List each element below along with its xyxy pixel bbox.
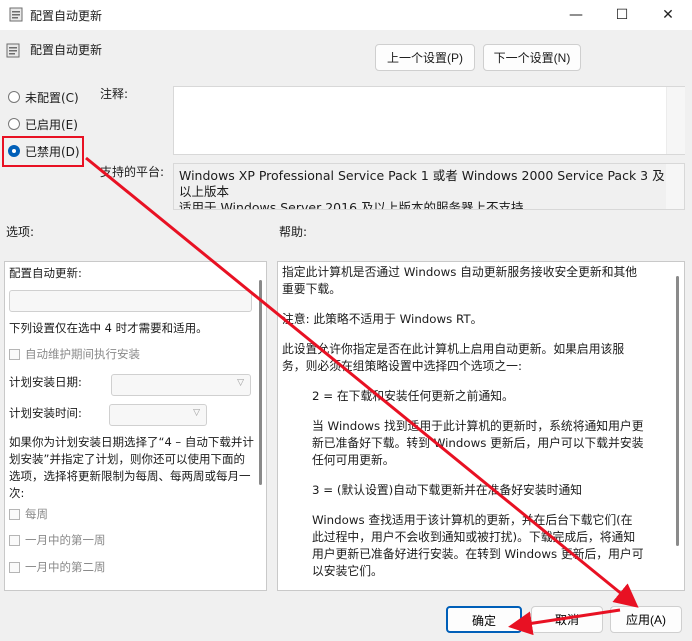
- platform-text-cut: 适用于 Windows Server 2016 及以上版本的服务器上不支持: [179, 200, 524, 210]
- second-week-label: 一月中的第二周: [25, 560, 106, 574]
- checkbox[interactable]: [9, 562, 20, 573]
- help-paragraph: 此设置允许你指定是否在此计算机上启用自动更新。如果启用该服务，则必须在组策略设置…: [282, 342, 625, 373]
- first-week-option[interactable]: 一月中的第一周: [9, 532, 106, 549]
- install-time-dropdown[interactable]: ▽: [109, 404, 207, 426]
- install-time-label: 计划安装时间:: [9, 406, 82, 420]
- platform-box: Windows XP Professional Service Pack 1 或…: [173, 163, 685, 210]
- policy-title: 配置自动更新: [30, 43, 103, 57]
- ok-button[interactable]: 确定: [446, 606, 522, 633]
- second-week-option[interactable]: 一月中的第二周: [9, 559, 106, 576]
- platform-scrollbar[interactable]: [666, 164, 684, 209]
- weekly-option[interactable]: 每周: [9, 506, 48, 523]
- options-panel: 配置自动更新: 下列设置仅在选中 4 时才需要和适用。 自动维护期间执行安装 计…: [4, 261, 267, 591]
- radio-label: 未配置(C): [25, 90, 79, 105]
- comment-textarea[interactable]: [173, 86, 685, 155]
- help-paragraph: 注意: 此策略不适用于 Windows RT。: [282, 312, 483, 326]
- weekly-label: 每周: [25, 507, 48, 521]
- checkbox[interactable]: [9, 509, 20, 520]
- help-paragraph: 3 = (默认设置)自动下载更新并在准备好安装时通知: [312, 483, 583, 497]
- configure-updates-dropdown[interactable]: [9, 290, 252, 312]
- window-title: 配置自动更新: [30, 9, 103, 23]
- first-week-label: 一月中的第一周: [25, 533, 106, 547]
- maint-install-option[interactable]: 自动维护期间执行安装: [9, 346, 140, 363]
- install-day-label: 计划安装日期:: [9, 375, 82, 389]
- cancel-button[interactable]: 取消: [531, 606, 603, 633]
- help-paragraph: 2 = 在下载和安装任何更新之前通知。: [312, 389, 514, 403]
- comment-scrollbar[interactable]: [666, 87, 685, 154]
- platform-label: 支持的平台:: [100, 165, 165, 179]
- apply-button[interactable]: 应用(A): [610, 606, 682, 633]
- options-note: 下列设置仅在选中 4 时才需要和适用。: [9, 321, 208, 335]
- policy-app-icon: [9, 7, 23, 22]
- close-button[interactable]: ✕: [645, 0, 691, 30]
- radio-not-configured[interactable]: 未配置(C): [8, 87, 79, 107]
- help-panel: 指定此计算机是否通过 Windows 自动更新服务接收安全更新和其他重要下载。 …: [277, 261, 685, 591]
- radio-circle[interactable]: [8, 91, 20, 103]
- platform-text-main: Windows XP Professional Service Pack 1 或…: [179, 168, 665, 199]
- previous-setting-button[interactable]: 上一个设置(P): [375, 44, 475, 71]
- radio-enabled[interactable]: 已启用(E): [8, 114, 78, 134]
- checkbox[interactable]: [9, 535, 20, 546]
- configure-updates-label: 配置自动更新:: [9, 266, 82, 280]
- options-label: 选项:: [6, 225, 35, 239]
- help-paragraph: 指定此计算机是否通过 Windows 自动更新服务接收安全更新和其他重要下载。: [282, 265, 638, 296]
- chevron-down-icon: ▽: [193, 408, 200, 418]
- radio-circle[interactable]: [8, 118, 20, 130]
- next-setting-button[interactable]: 下一个设置(N): [483, 44, 581, 71]
- chevron-down-icon: ▽: [237, 378, 244, 388]
- help-label: 帮助:: [279, 225, 308, 239]
- minimize-button[interactable]: —: [553, 0, 599, 30]
- comment-label: 注释:: [100, 87, 129, 101]
- schedule-note: 如果你为计划安装日期选择了“4 – 自动下载并计划安装”并指定了计划，则你还可以…: [9, 435, 254, 500]
- help-text: 指定此计算机是否通过 Windows 自动更新服务接收安全更新和其他重要下载。 …: [282, 264, 644, 590]
- policy-setting-icon: [6, 43, 20, 58]
- radio-label: 已启用(E): [25, 117, 78, 132]
- install-day-dropdown[interactable]: ▽: [111, 374, 251, 396]
- help-paragraph: Windows 查找适用于该计算机的更新，并在后台下载它们(在此过程中，用户不会…: [312, 513, 644, 578]
- maximize-button[interactable]: ☐: [599, 0, 645, 30]
- checkbox[interactable]: [9, 349, 20, 360]
- maint-install-label: 自动维护期间执行安装: [25, 347, 140, 361]
- help-scrollbar[interactable]: [676, 276, 679, 546]
- platform-text: Windows XP Professional Service Pack 1 或…: [179, 168, 669, 210]
- help-paragraph: 当 Windows 找到适用于此计算机的更新时，系统将通知用户更新已准备好下载。…: [312, 419, 644, 467]
- highlight-box: [2, 136, 84, 167]
- options-scrollbar[interactable]: [259, 280, 262, 485]
